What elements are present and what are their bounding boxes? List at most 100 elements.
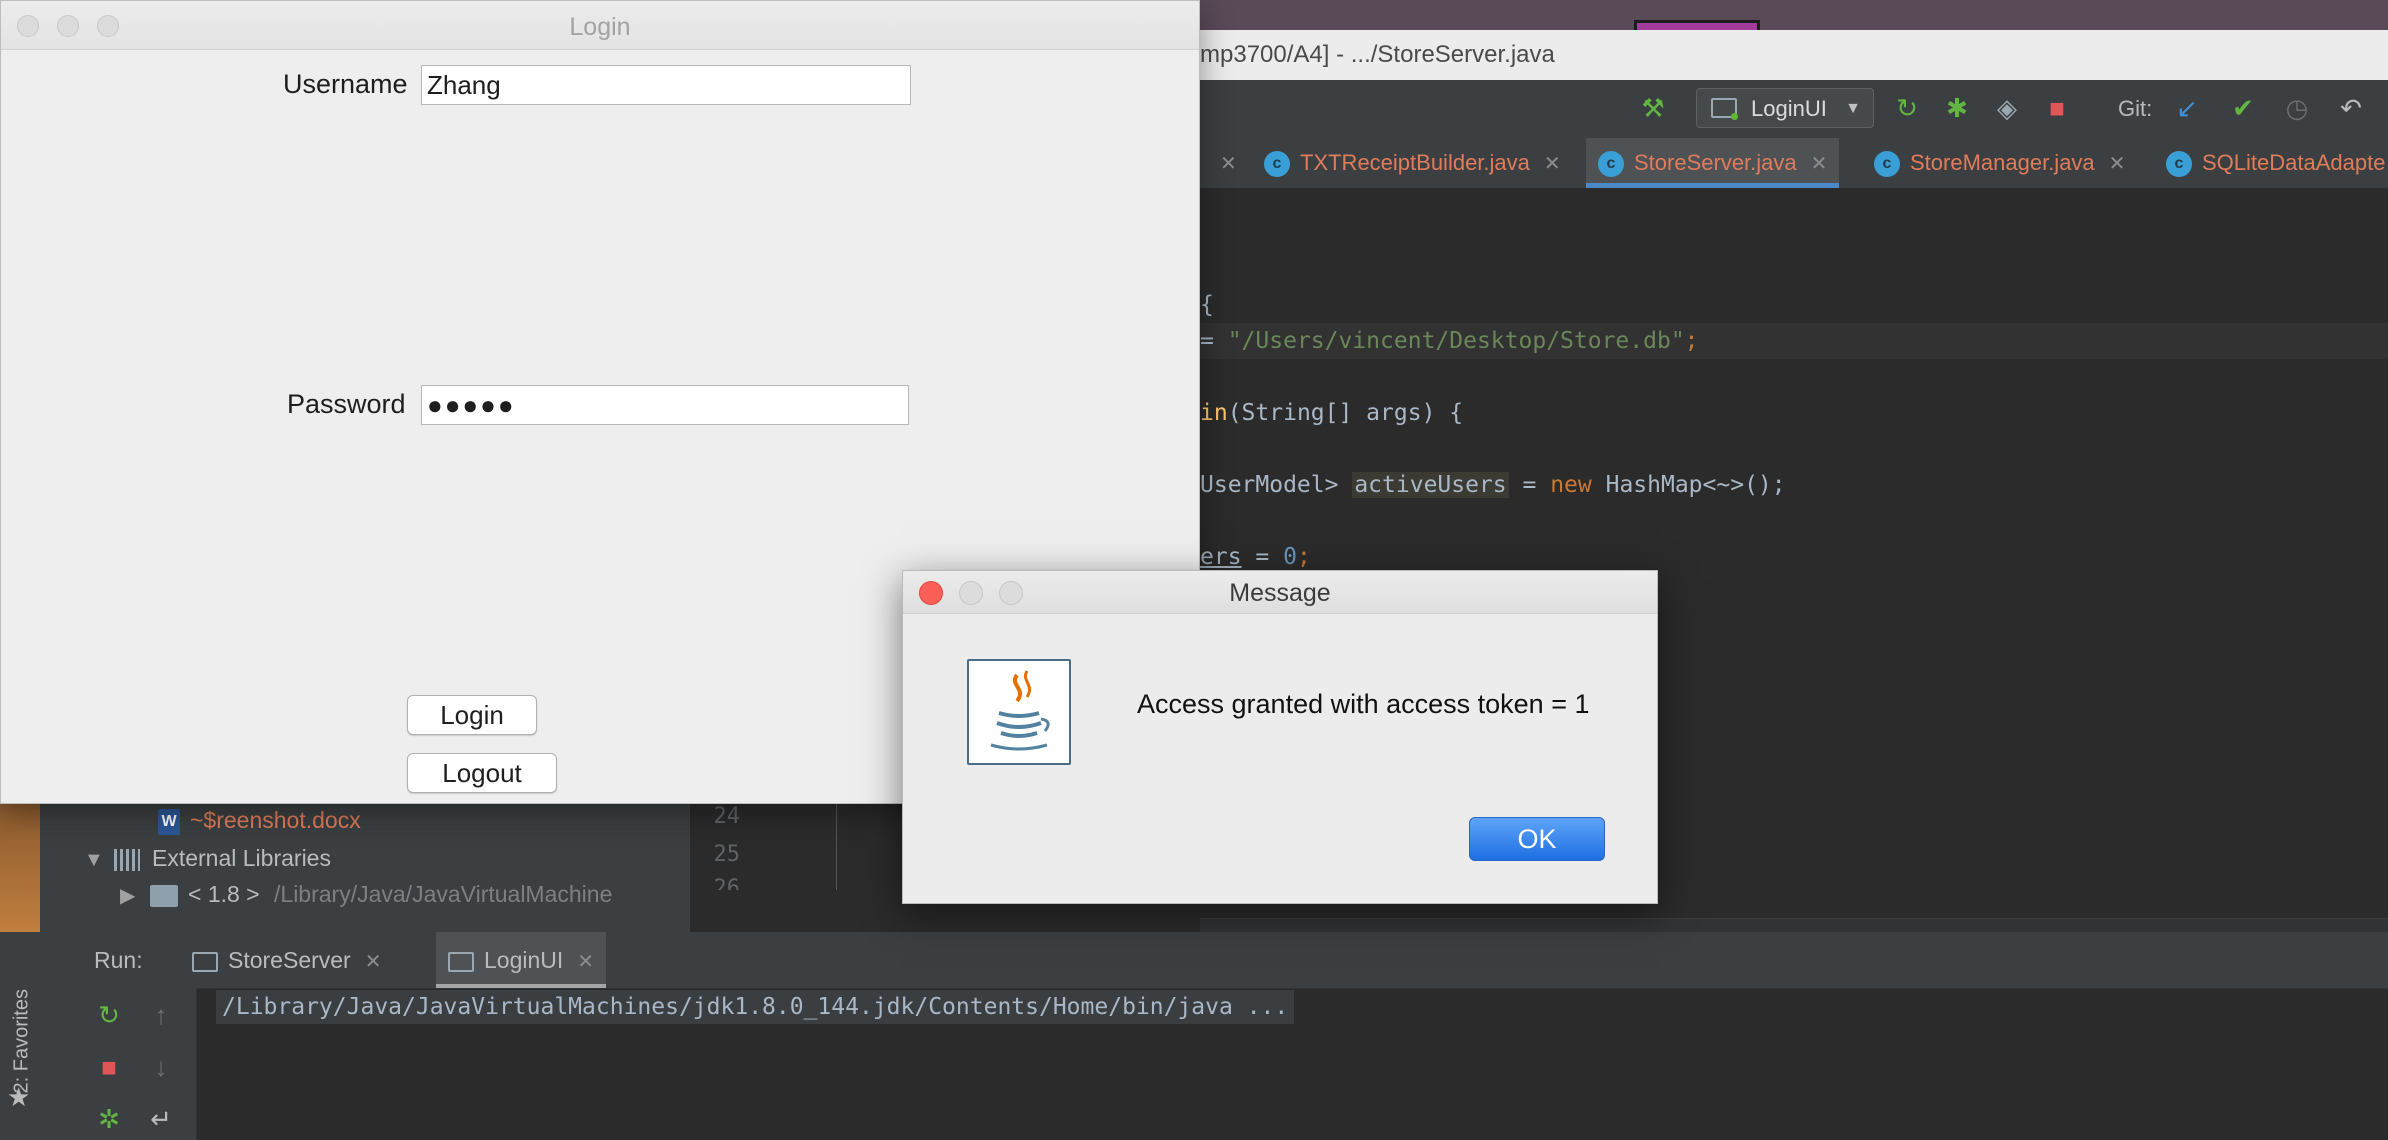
java-coffee-cup-icon xyxy=(967,659,1071,765)
code-line: UserModel> activeUsers = new HashMap<~>(… xyxy=(1200,472,1786,498)
monitor-icon xyxy=(192,951,218,972)
dialog-title-bar: Message xyxy=(903,571,1657,614)
console-output: /Library/Java/JavaVirtualMachines/jdk1.8… xyxy=(216,990,1295,1024)
git-commit-check-icon[interactable]: ✔ xyxy=(2226,91,2260,125)
code-token: HashMap<~>(); xyxy=(1591,472,1786,498)
code-token: ers xyxy=(1200,544,1242,570)
string-literal: "/Users/vincent/Desktop/Store.db" xyxy=(1227,328,1685,354)
run-tab-label: LoginUI xyxy=(484,947,564,973)
run-configuration-label: LoginUI xyxy=(1751,96,1827,121)
close-icon[interactable]: ✕ xyxy=(1220,153,1237,175)
close-icon[interactable]: ✕ xyxy=(365,951,382,973)
run-tab-label: StoreServer xyxy=(228,947,351,973)
code-line: ers = 0; xyxy=(1200,544,1311,570)
message-dialog: Message Access granted with access token… xyxy=(902,570,1658,904)
stop-icon[interactable]: ■ xyxy=(92,1050,126,1084)
code-line: = "/Users/vincent/Desktop/Store.db"; xyxy=(1200,328,1699,354)
tab-txtreceiptbuilder[interactable]: c TXTReceiptBuilder.java ✕ xyxy=(1264,138,1561,188)
tab-label: SQLiteDataAdapte xyxy=(2202,150,2386,175)
class-c-icon: c xyxy=(1874,151,1900,178)
ide-toolbar: ⚒ LoginUI ▼ ↻ ✱ ◈ ■ Git: ↙ ✔ ◷ ↶ xyxy=(1200,80,2388,139)
debug-bug-icon[interactable]: ✱ xyxy=(1940,91,1974,125)
build-hammer-icon[interactable]: ⚒ xyxy=(1636,91,1670,125)
class-c-icon: c xyxy=(1598,151,1624,178)
git-revert-icon[interactable]: ↶ xyxy=(2334,91,2368,125)
line-number: 24 xyxy=(713,804,741,829)
run-with-coverage-icon[interactable]: ◈ xyxy=(1990,91,2024,125)
code-line: in(String[] args) { xyxy=(1200,400,1463,426)
ide-title-bar: mp3700/A4] - .../StoreServer.java xyxy=(1200,30,2388,81)
username-field[interactable]: Zhang xyxy=(421,65,911,105)
expanded-triangle-icon[interactable]: ▼ xyxy=(84,842,114,878)
running-dot-icon xyxy=(1731,113,1738,120)
tab-label: StoreManager.java xyxy=(1910,150,2095,175)
close-icon[interactable]: ✕ xyxy=(2109,153,2126,175)
tab-sqlitedataadapter[interactable]: c SQLiteDataAdapte xyxy=(2166,138,2385,188)
folder-icon xyxy=(150,884,178,907)
tab-storeserver[interactable]: c StoreServer.java ✕ xyxy=(1586,138,1840,188)
dialog-message: Access granted with access token = 1 xyxy=(1137,689,1590,719)
tab-label: TXTReceiptBuilder.java xyxy=(1300,150,1530,175)
tree-item-jdk[interactable]: ▶ < 1.8 > /Library/Java/JavaVirtualMachin… xyxy=(120,876,612,912)
tree-item-path: /Library/Java/JavaVirtualMachine xyxy=(274,881,613,907)
password-field[interactable]: ●●●●● xyxy=(421,385,909,425)
run-toolbar: ↻ ↑ ■ ↓ ✲ ↵ xyxy=(40,988,197,1140)
code-token: = xyxy=(1508,472,1551,498)
login-window-title: Login xyxy=(569,13,631,41)
tab-label: StoreServer.java xyxy=(1634,150,1797,175)
stop-icon[interactable]: ■ xyxy=(2040,91,2074,125)
restore-layout-icon[interactable]: ✲ xyxy=(92,1102,126,1136)
tree-item-external-libraries[interactable]: ▼ External Libraries xyxy=(84,840,331,876)
code-token: { xyxy=(1200,292,1214,318)
close-icon[interactable]: ✕ xyxy=(1544,153,1561,175)
down-arrow-icon[interactable]: ↓ xyxy=(144,1050,178,1084)
username-label: Username xyxy=(283,69,408,99)
code-token: ; xyxy=(1296,544,1311,570)
library-icon xyxy=(114,848,140,871)
rerun-icon[interactable]: ↻ xyxy=(92,998,126,1032)
ok-button[interactable]: OK xyxy=(1469,817,1605,861)
soft-wrap-icon[interactable]: ↵ xyxy=(144,1102,178,1136)
git-update-icon[interactable]: ↙ xyxy=(2170,91,2204,125)
git-label: Git: xyxy=(2118,96,2153,121)
code-token: (String[] args) { xyxy=(1227,400,1464,426)
tab-hidden-close[interactable]: ✕ xyxy=(1206,138,1237,188)
method-name: in xyxy=(1200,400,1228,426)
run-tool-window: Run: StoreServer ✕ LoginUI ✕ ↻ ↑ ■ ↓ ✲ ↵ /… xyxy=(40,932,2388,1140)
rerun-icon[interactable]: ↻ xyxy=(1890,91,1924,125)
favorites-tab[interactable]: 2: Favorites xyxy=(11,974,34,1093)
tree-item-docx[interactable]: W ~$reenshot.docx xyxy=(158,802,361,838)
login-button[interactable]: Login xyxy=(407,695,537,735)
monitor-icon xyxy=(448,951,474,972)
close-icon[interactable]: ✕ xyxy=(1811,153,1828,175)
favorites-tool-stripe: 2: Favorites ★ xyxy=(0,932,41,1140)
run-tab-bar: Run: StoreServer ✕ LoginUI ✕ xyxy=(40,932,2388,989)
logout-button[interactable]: Logout xyxy=(407,753,557,793)
run-label: Run: xyxy=(94,947,143,973)
git-history-clock-icon[interactable]: ◷ xyxy=(2280,91,2314,125)
highlighted-variable: activeUsers xyxy=(1352,472,1509,498)
run-configuration-dropdown[interactable]: LoginUI ▼ xyxy=(1696,88,1874,128)
up-arrow-icon[interactable]: ↑ xyxy=(144,998,178,1032)
password-label: Password xyxy=(287,389,406,419)
tree-item-label: External Libraries xyxy=(152,845,331,871)
code-token: UserModel> xyxy=(1200,472,1353,498)
chevron-down-icon: ▼ xyxy=(1845,100,1861,117)
word-document-icon: W xyxy=(158,808,180,835)
code-line: { xyxy=(1200,292,1214,318)
run-tab-storeserver[interactable]: StoreServer ✕ xyxy=(184,932,389,988)
code-token: ; xyxy=(1684,328,1699,354)
dialog-title: Message xyxy=(1229,579,1331,607)
login-title-bar: Login xyxy=(1,1,1199,50)
code-token: = xyxy=(1241,544,1284,570)
tab-storemanager[interactable]: c StoreManager.java ✕ xyxy=(1874,138,2125,188)
close-icon[interactable]: ✕ xyxy=(577,951,594,973)
line-number: 26 xyxy=(713,876,741,890)
collapsed-triangle-icon[interactable]: ▶ xyxy=(120,878,150,914)
run-tab-loginui[interactable]: LoginUI ✕ xyxy=(436,932,607,988)
code-token: = xyxy=(1200,328,1228,354)
star-icon[interactable]: ★ xyxy=(7,1082,30,1113)
keyword: new xyxy=(1550,472,1592,498)
line-number: 25 xyxy=(713,842,741,867)
tree-item-label: ~$reenshot.docx xyxy=(190,807,361,833)
